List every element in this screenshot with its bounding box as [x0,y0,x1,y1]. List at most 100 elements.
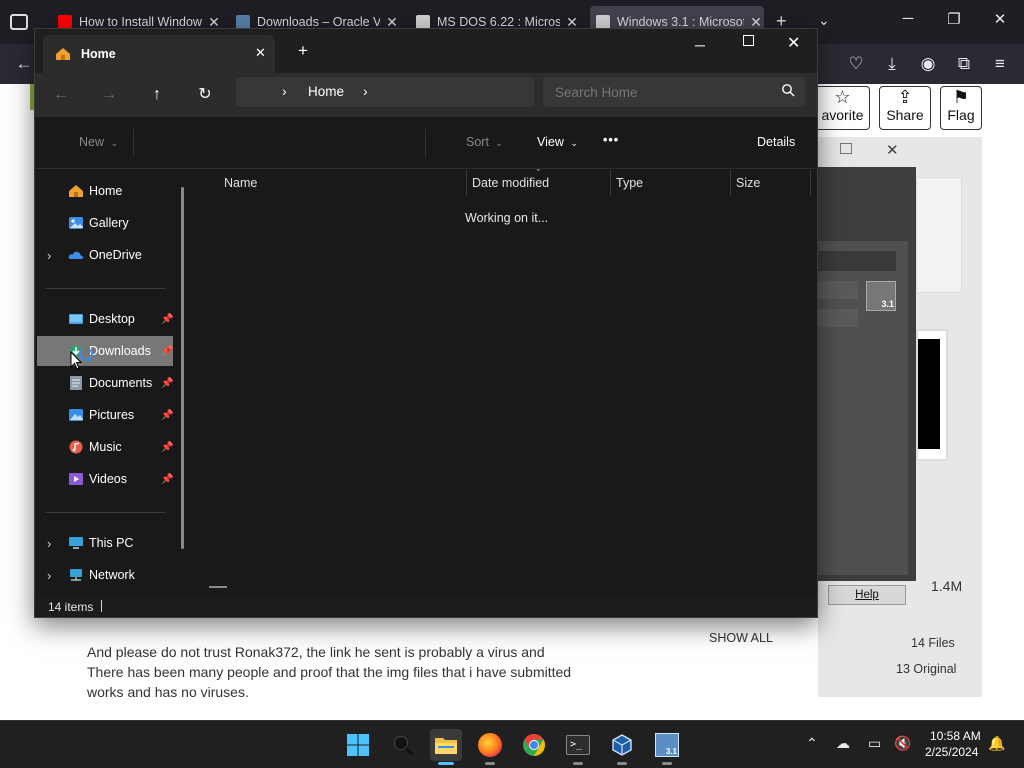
show-hidden-icons-chevron-icon[interactable]: ⌃ [806,735,818,752]
refresh-icon[interactable]: ↻ [191,81,219,109]
new-tab-button[interactable]: + [298,41,308,61]
back-arrow-icon[interactable]: ← [12,52,36,76]
menu-icon[interactable]: ≡ [988,52,1012,76]
clock-date[interactable]: 2/25/2024 [925,745,978,759]
pin-icon[interactable]: 📌 [161,346,173,357]
search-box[interactable] [543,77,805,107]
breadcrumb-chevron-icon[interactable]: › [363,83,368,99]
column-divider[interactable] [810,170,811,196]
sidebar-item-music[interactable]: Music 📌 [37,432,173,462]
share-button[interactable]: ⇪ Share [879,86,931,130]
vm-right-strip [916,177,962,293]
sort-button[interactable]: Sort ⌄ [466,135,503,149]
close-tab-icon[interactable]: ✕ [255,45,266,61]
column-divider[interactable] [466,170,467,196]
close-window-button[interactable]: ✕ [787,33,800,53]
breadcrumb[interactable]: Home [308,84,344,99]
archive-favicon-icon [416,15,430,29]
pin-icon[interactable]: 📌 [161,314,173,325]
sidebar-item-downloads[interactable]: Downloads 📌 [37,336,173,366]
sidebar-item-documents[interactable]: Documents 📌 [37,368,173,398]
sidebar-item-network[interactable]: › Network [37,560,173,590]
cmdbar-divider [133,129,134,157]
favorite-button[interactable]: ☆ avorite [816,86,870,130]
vm-close-icon[interactable]: ✕ [886,141,899,159]
sidebar-item-label: Network [89,568,135,582]
volume-muted-icon[interactable]: 🔇 [894,735,911,752]
expand-chevron-icon[interactable]: › [47,536,51,551]
account-icon[interactable]: ◉ [916,52,940,76]
details-button[interactable]: Details [757,135,795,149]
start-button[interactable] [342,729,374,761]
search-button[interactable] [387,729,419,761]
file-explorer-taskbar-button[interactable] [430,729,462,765]
maximize-button[interactable] [743,35,754,46]
column-header-type[interactable]: Type [616,176,643,190]
network-offline-icon[interactable]: ☁ [836,735,850,752]
vm-dropdown[interactable] [818,309,858,327]
column-divider[interactable] [730,170,731,196]
column-header-name[interactable]: Name [224,176,257,190]
extensions-icon[interactable]: ⧉ [952,52,976,76]
expand-chevron-icon[interactable]: › [47,248,51,263]
restore-browser-button[interactable]: ❐ [940,10,968,28]
new-button[interactable]: New ⌄ [79,135,118,149]
search-icon[interactable] [781,83,795,97]
sidebar-item-onedrive[interactable]: › OneDrive [37,240,173,270]
virtualbox-taskbar-button[interactable] [606,729,638,765]
vm-preview-box [916,329,948,461]
show-all-link[interactable]: SHOW ALL [709,631,773,645]
sidebar-item-label: Pictures [89,408,135,422]
sort-chevron-icon: ⌄ [535,164,542,173]
notifications-bell-icon[interactable]: 🔔 [988,735,1005,752]
chrome-taskbar-button[interactable] [518,729,550,761]
list-all-tabs-chevron-icon[interactable]: ⌄ [818,12,830,29]
clock-time[interactable]: 10:58 AM [930,729,981,743]
more-options-button[interactable]: ••• [603,133,619,147]
pin-icon[interactable]: 📌 [161,378,173,389]
windows-31-taskbar-button[interactable]: 3.1 [651,729,683,765]
sidebar-item-label: Desktop [89,312,135,326]
column-header-date-modified[interactable]: Date modified [472,176,549,190]
pin-icon[interactable]: 📌 [161,442,173,453]
tab-overview-icon[interactable] [10,14,28,30]
downloads-arrow-icon[interactable]: ⤓ [880,52,904,76]
sort-label: Sort [466,135,489,149]
explorer-tab-home[interactable]: Home ✕ [43,35,275,73]
close-browser-button[interactable]: ✕ [986,10,1014,28]
original-count-text: 13 Original [896,662,957,676]
sidebar-item-gallery[interactable]: Gallery [37,208,173,238]
vm-maximize-icon[interactable] [840,143,852,154]
address-bar[interactable]: › Home › [236,77,534,107]
help-button[interactable]: Help [828,585,906,605]
sidebar-item-this-pc[interactable]: › This PC [37,528,173,558]
sidebar-scrollbar[interactable] [181,187,184,549]
forward-arrow-icon[interactable]: → [95,81,123,109]
terminal-icon: >_ [566,735,590,755]
expand-chevron-icon[interactable]: › [47,568,51,583]
view-button[interactable]: View ⌄ [537,135,578,149]
column-header-size[interactable]: Size [736,176,760,190]
videos-icon [68,472,84,486]
sidebar-item-pictures[interactable]: Pictures 📌 [37,400,173,430]
back-arrow-icon[interactable]: ← [47,81,75,109]
sidebar-item-home[interactable]: Home [37,176,173,206]
search-input[interactable] [555,83,765,101]
minimize-browser-button[interactable]: ─ [894,10,922,27]
column-divider[interactable] [610,170,611,196]
display-icon[interactable]: ▭ [868,735,881,752]
terminal-taskbar-button[interactable]: >_ [562,729,594,765]
pin-icon[interactable]: 📌 [161,410,173,421]
vm-dropdown[interactable] [818,281,858,299]
up-arrow-icon[interactable]: ↑ [143,81,171,109]
pin-icon[interactable]: 📌 [161,474,173,485]
tab-title: How to Install Window [79,15,202,29]
sidebar-item-videos[interactable]: Videos 📌 [37,464,173,494]
flag-button[interactable]: ⚑ Flag [940,86,982,130]
minimize-button[interactable]: ─ [695,37,705,53]
horizontal-scroll-indicator[interactable] [209,586,227,588]
pocket-icon[interactable]: ♡ [844,52,868,76]
icon-badge: 3.1 [665,747,677,756]
firefox-taskbar-button[interactable] [474,729,506,765]
sidebar-item-desktop[interactable]: Desktop 📌 [37,304,173,334]
